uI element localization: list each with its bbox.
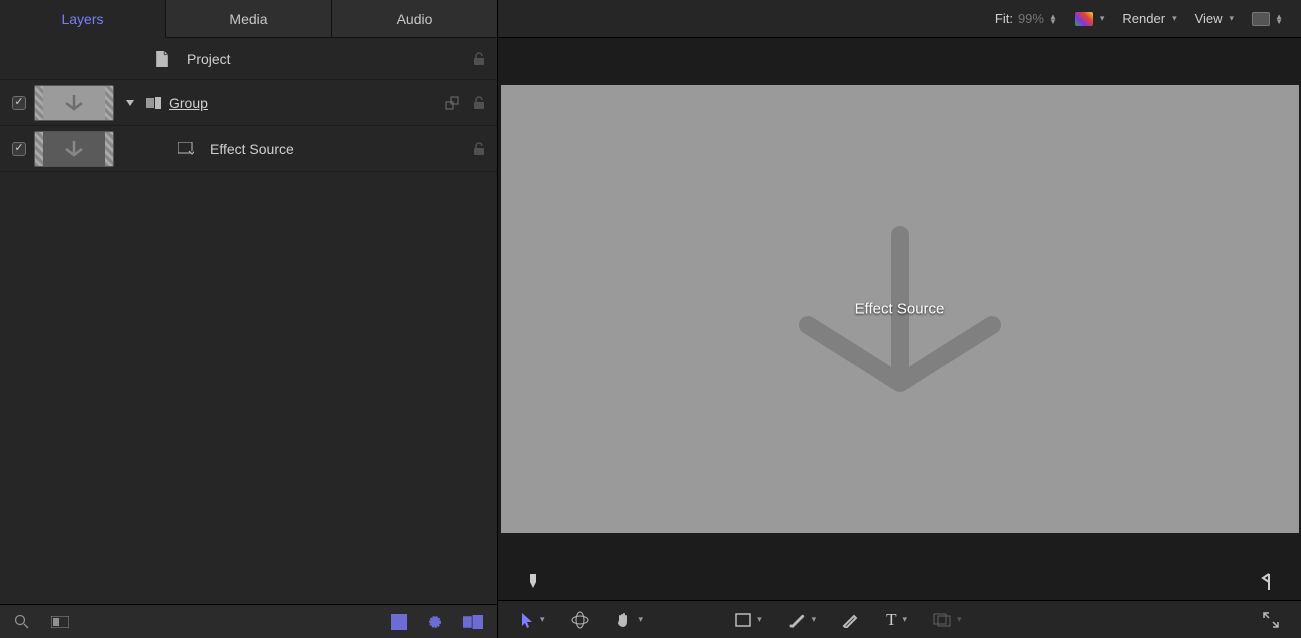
- row-project[interactable]: Project: [0, 38, 497, 80]
- expand-canvas-button[interactable]: [1263, 612, 1279, 628]
- fit-icon[interactable]: [51, 616, 69, 628]
- row-effect-source[interactable]: Effect Source: [0, 126, 497, 172]
- hand-icon: [615, 611, 633, 629]
- chevron-down-icon: ▾: [639, 614, 644, 625]
- render-menu[interactable]: Render ▾: [1122, 11, 1176, 26]
- panel-tabs: Layers Media Audio: [0, 0, 497, 38]
- layout-menu[interactable]: ▲▼: [1252, 12, 1283, 26]
- canvas[interactable]: Effect Source: [501, 85, 1299, 533]
- visibility-checkbox[interactable]: [12, 142, 26, 156]
- search-icon[interactable]: [14, 614, 29, 629]
- pan-tool[interactable]: ▾: [615, 611, 644, 629]
- tab-layers[interactable]: Layers: [0, 0, 166, 38]
- pointer-icon: [520, 612, 534, 628]
- lock-icon[interactable]: [473, 96, 485, 110]
- chevron-down-icon: ▾: [1230, 13, 1235, 24]
- paint-tool[interactable]: [842, 612, 860, 628]
- group-label[interactable]: Group: [169, 95, 208, 111]
- layout-swatch-icon: [1252, 12, 1270, 26]
- pen-icon: [788, 612, 806, 628]
- chevron-down-icon: ▾: [1172, 13, 1177, 24]
- fit-value: 99%: [1018, 11, 1044, 26]
- lock-icon[interactable]: [473, 142, 485, 156]
- left-panel: Layers Media Audio Project: [0, 0, 498, 638]
- play-range-end-icon[interactable]: [1259, 572, 1271, 592]
- view-menu[interactable]: View ▾: [1195, 11, 1234, 26]
- chevron-down-icon: ▾: [1100, 13, 1105, 24]
- stepper-icon: ▲▼: [1275, 14, 1283, 24]
- play-range-start-icon[interactable]: [528, 572, 540, 592]
- mask-tool[interactable]: ▾: [788, 612, 817, 628]
- mini-timeline[interactable]: [498, 564, 1301, 600]
- effect-source-icon: [178, 142, 194, 156]
- tab-audio[interactable]: Audio: [332, 0, 497, 38]
- lock-icon[interactable]: [473, 52, 485, 66]
- tab-media[interactable]: Media: [166, 0, 332, 38]
- gear-icon[interactable]: [427, 614, 443, 630]
- link-icon[interactable]: [445, 96, 465, 110]
- color-channels-menu[interactable]: ▾: [1075, 12, 1105, 26]
- color-swatch-icon: [1075, 12, 1093, 26]
- effect-label: Effect Source: [210, 141, 294, 157]
- canvas-placeholder-label: Effect Source: [855, 301, 945, 318]
- chevron-down-icon: ▾: [957, 614, 962, 625]
- group-thumbnail: [34, 85, 114, 121]
- brush-icon: [842, 612, 860, 628]
- effect-thumbnail: [34, 131, 114, 167]
- text-tool[interactable]: T ▾: [886, 610, 907, 630]
- chevron-down-icon: ▾: [757, 614, 762, 625]
- select-tool[interactable]: ▾: [520, 612, 545, 628]
- left-bottom-bar: [0, 604, 497, 638]
- 3d-transform-tool[interactable]: [571, 611, 589, 629]
- canvas-topbar: Fit: 99% ▲▼ ▾ Render ▾ View ▾ ▲▼: [498, 0, 1301, 38]
- chevron-down-icon: ▾: [812, 614, 817, 625]
- stepper-icon: ▲▼: [1049, 14, 1057, 24]
- fit-control[interactable]: Fit: 99% ▲▼: [995, 11, 1057, 26]
- visibility-checkbox[interactable]: [12, 96, 26, 110]
- canvas-area[interactable]: Effect Source: [498, 38, 1301, 564]
- chevron-down-icon: ▾: [903, 614, 908, 625]
- project-label: Project: [187, 51, 231, 67]
- frames-icon[interactable]: [463, 615, 483, 629]
- view-label: View: [1195, 11, 1223, 26]
- text-icon: T: [886, 610, 896, 630]
- fit-label: Fit:: [995, 11, 1013, 26]
- layer-list: Project Group: [0, 38, 497, 604]
- canvas-toolbar: ▾ ▾ ▾ ▾ T ▾: [498, 600, 1301, 638]
- expand-icon: [1263, 612, 1279, 628]
- render-label: Render: [1122, 11, 1165, 26]
- rectangle-icon: [735, 613, 751, 627]
- disclosure-triangle[interactable]: [126, 100, 134, 106]
- chevron-down-icon: ▾: [540, 614, 545, 625]
- group-icon: [146, 97, 161, 109]
- right-panel: Fit: 99% ▲▼ ▾ Render ▾ View ▾ ▲▼: [498, 0, 1301, 638]
- row-group[interactable]: Group: [0, 80, 497, 126]
- checker-icon[interactable]: [391, 614, 407, 630]
- document-icon: [155, 51, 169, 67]
- orbit-icon: [571, 611, 589, 629]
- shape-tool[interactable]: ▾: [735, 613, 762, 627]
- mask-rect-icon: [933, 613, 951, 627]
- mask-shape-tool[interactable]: ▾: [933, 613, 962, 627]
